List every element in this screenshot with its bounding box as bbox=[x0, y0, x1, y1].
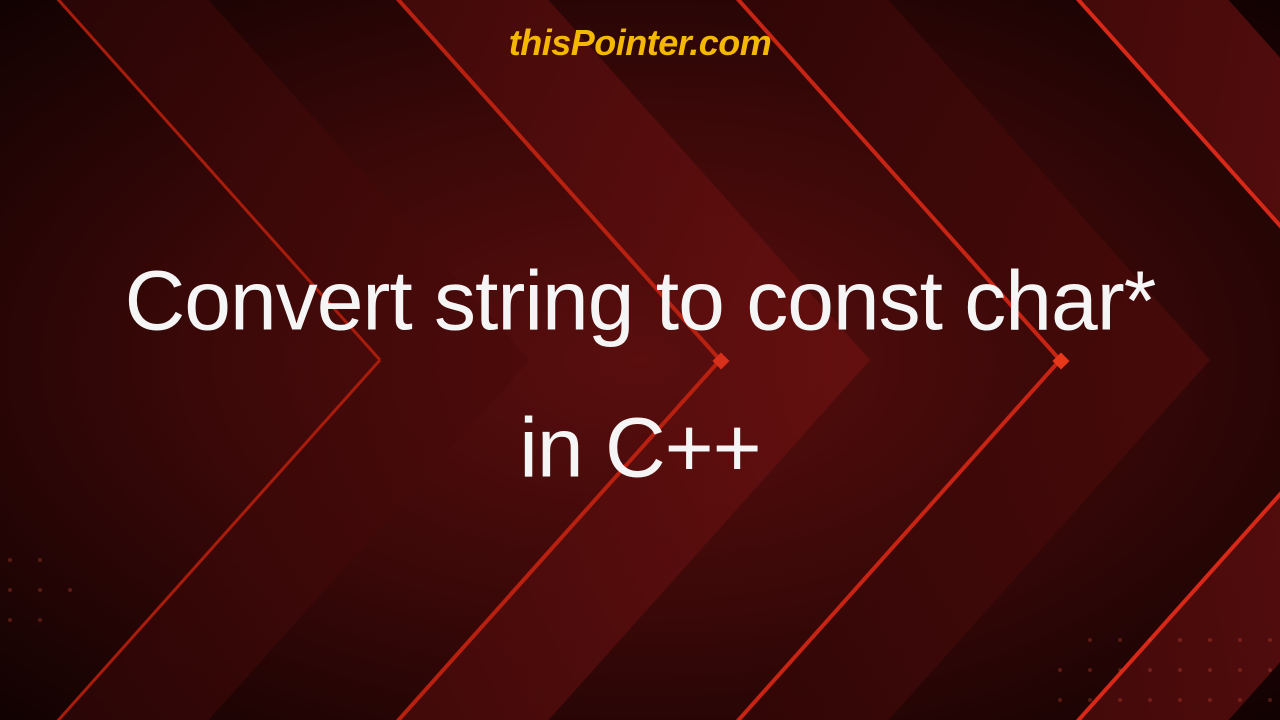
page-title: Convert string to const char* in C++ bbox=[90, 228, 1190, 522]
site-logo: thisPointer.com bbox=[509, 22, 772, 64]
